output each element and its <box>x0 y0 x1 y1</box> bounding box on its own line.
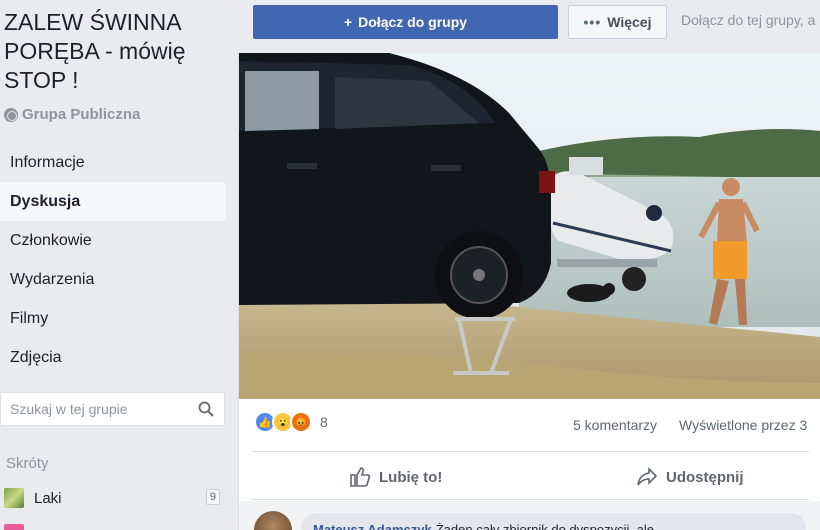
left-sidebar: ZALEW ŚWINNA PORĘBA - mówię STOP ! Grupa… <box>0 0 238 530</box>
post-card: 👍 😮 😡 8 5 komentarzy Wyświetlone przez 3… <box>238 53 820 530</box>
divider <box>251 499 809 500</box>
more-dots-icon: ••• <box>583 14 602 30</box>
privacy-label: Grupa Publiczna <box>22 106 141 123</box>
share-button[interactable]: Udostępnij <box>636 460 744 494</box>
shortcut-thumbnail <box>4 488 24 508</box>
reactions-summary[interactable]: 👍 😮 😡 8 <box>254 411 328 433</box>
comments-section: Mateusz Adamczyk Żaden cały zbiornik do d… <box>239 501 820 530</box>
nav-item-zdjecia[interactable]: Zdjęcia <box>0 338 226 377</box>
nav-item-filmy[interactable]: Filmy <box>0 299 226 338</box>
nav-item-wydarzenia[interactable]: Wydarzenia <box>0 260 226 299</box>
post-photo[interactable] <box>239 53 820 399</box>
join-hint-text: Dołącz do tej grupy, a <box>681 12 816 28</box>
shortcut-thumbnail-partial[interactable] <box>4 524 24 530</box>
nav-item-dyskusja[interactable]: Dyskusja <box>0 182 226 221</box>
reactions-count: 8 <box>320 414 328 430</box>
comments-count-link[interactable]: 5 komentarzy <box>573 417 657 433</box>
globe-icon <box>4 107 18 122</box>
angry-reaction-icon: 😡 <box>290 411 312 433</box>
more-button[interactable]: ••• Więcej <box>568 5 667 39</box>
group-title[interactable]: ZALEW ŚWINNA PORĘBA - mówię STOP ! <box>4 8 234 95</box>
divider <box>251 451 809 452</box>
group-action-bar: + Dołącz do grupy ••• Więcej Dołącz do t… <box>238 0 820 48</box>
share-label: Udostępnij <box>666 468 744 486</box>
comment-text: Żaden cały zbiornik do dyspozycji, ale <box>435 522 654 530</box>
comment-bubble: Mateusz Adamczyk Żaden cały zbiornik do d… <box>301 513 806 530</box>
nav-item-informacje[interactable]: Informacje <box>0 143 226 182</box>
avatar[interactable] <box>254 511 292 530</box>
group-search-input[interactable] <box>10 401 190 417</box>
shortcuts-heading: Skróty <box>6 455 49 472</box>
shortcut-count-badge: 9 <box>205 489 220 505</box>
nav-item-czlonkowie[interactable]: Członkowie <box>0 221 226 260</box>
like-button[interactable]: Lubię to! <box>349 460 442 494</box>
plus-icon: + <box>343 14 353 30</box>
group-nav: Informacje Dyskusja Członkowie Wydarzeni… <box>0 143 226 377</box>
privacy-badge: Grupa Publiczna <box>4 106 140 123</box>
join-group-button[interactable]: + Dołącz do grupy <box>253 5 558 39</box>
like-label: Lubię to! <box>379 468 443 486</box>
search-icon[interactable] <box>198 401 214 417</box>
group-search <box>0 392 225 426</box>
shortcut-item[interactable]: Laki 9 <box>4 487 220 509</box>
comment-author[interactable]: Mateusz Adamczyk <box>313 522 432 530</box>
shortcut-label: Laki <box>34 489 62 507</box>
more-label: Więcej <box>607 14 652 30</box>
post-photo-image <box>239 53 820 399</box>
join-group-label: Dołącz do grupy <box>358 14 468 30</box>
thumbs-up-icon <box>350 467 371 487</box>
share-icon <box>637 467 658 486</box>
views-count-link[interactable]: Wyświetlone przez 3 <box>679 417 807 433</box>
